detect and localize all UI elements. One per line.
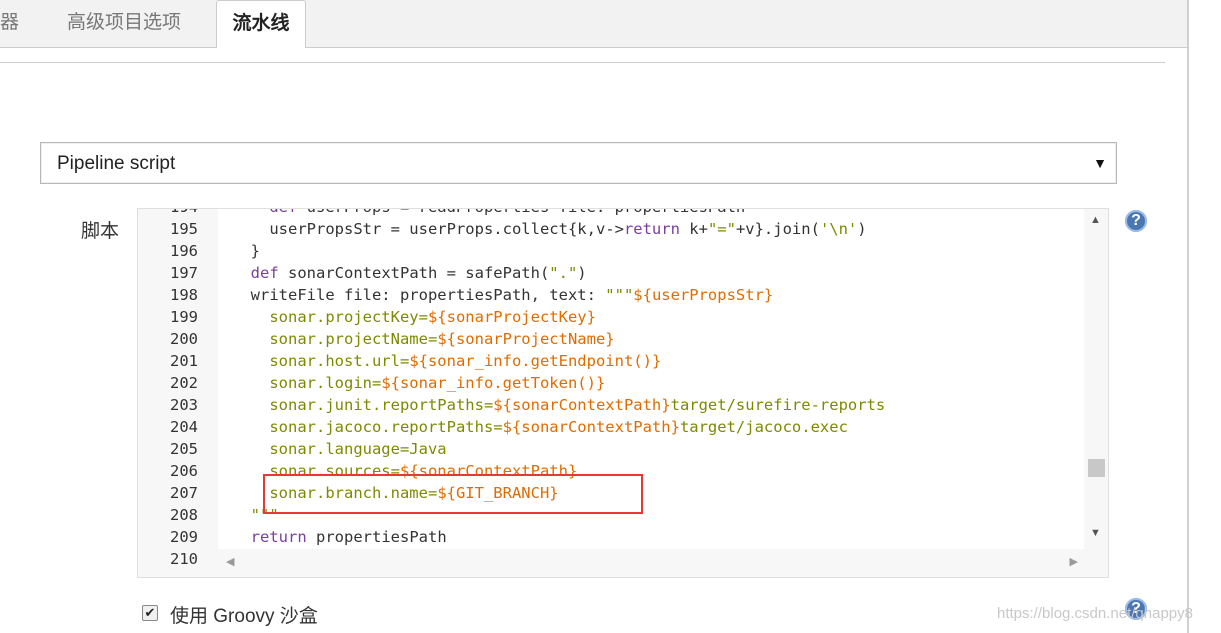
scroll-down-icon[interactable]: ▼ <box>1090 527 1101 539</box>
definition-select-value: Pipeline script <box>57 153 176 174</box>
script-editor[interactable]: 194 195 196 197 198 199 200 201 202 203 204 205 206 2… <box>137 208 1109 578</box>
scrollbar-thumb[interactable] <box>1088 459 1105 477</box>
sandbox-label: 使用 Groovy 沙盒 <box>170 606 318 627</box>
script-label: 脚本 <box>81 221 120 242</box>
line-number: 200 <box>170 330 198 348</box>
sandbox-checkbox[interactable]: ✔ <box>142 605 158 621</box>
vertical-scrollbar[interactable]: ▲ ▼ <box>1084 209 1108 549</box>
scroll-right-icon[interactable]: ▶ <box>1070 555 1078 568</box>
code-line: sonar.junit.reportPaths=${sonarContextPa… <box>232 396 886 414</box>
code-line: sonar.host.url=${sonar_info.getEndpoint(… <box>232 352 662 370</box>
line-number: 203 <box>170 396 198 414</box>
code-line: return propertiesPath <box>250 528 447 546</box>
definition-select[interactable]: Pipeline script ▼ <box>40 142 1117 184</box>
horizontal-scrollbar[interactable]: ◀ ▶ <box>218 549 1084 577</box>
code-line: sonar.projectName=${sonarProjectName} <box>232 330 615 348</box>
code-line: def sonarContextPath = safePath(".") <box>250 264 587 282</box>
code-line: } <box>232 242 260 260</box>
scroll-up-icon[interactable]: ▲ <box>1090 214 1101 226</box>
line-number: 206 <box>170 462 198 480</box>
line-number: 204 <box>170 418 198 436</box>
watermark: https://blog.csdn.net/qhappy8 <box>997 605 1193 622</box>
section-divider <box>0 62 1165 63</box>
line-number-gutter: 194 195 196 197 198 199 200 201 202 203 204 205 206 2… <box>138 209 218 568</box>
tab-bar: 器 高级项目选项 流水线 <box>0 0 1187 48</box>
line-number: 196 <box>170 242 198 260</box>
line-number: 195 <box>170 220 198 238</box>
line-number: 201 <box>170 352 198 370</box>
tab-advanced-project-options[interactable]: 高级项目选项 <box>67 0 181 48</box>
line-number: 198 <box>170 286 198 304</box>
code-line: writeFile file: propertiesPath, text: ""… <box>232 286 774 304</box>
code-line: sonar.language=Java <box>232 440 447 458</box>
line-number: 210 <box>170 550 198 568</box>
highlight-box <box>263 474 643 514</box>
line-number: 194 <box>138 209 198 216</box>
code-line: sonar.jacoco.reportPaths=${sonarContextP… <box>232 418 848 436</box>
panel-border <box>1187 0 1189 633</box>
question-mark-icon[interactable]: ? <box>1125 210 1147 232</box>
code-line: sonar.projectKey=${sonarProjectKey} <box>232 308 596 326</box>
line-number: 207 <box>170 484 198 502</box>
tab-divider <box>306 47 1187 48</box>
tab-divider <box>0 47 216 48</box>
code-line: def userProps = readProperties file: pro… <box>232 209 745 216</box>
tab-previous[interactable]: 器 <box>0 0 19 48</box>
line-number: 209 <box>170 528 198 546</box>
line-number: 208 <box>170 506 198 524</box>
code-line: userPropsStr = userProps.collect{k,v->re… <box>232 220 867 238</box>
tab-pipeline[interactable]: 流水线 <box>216 0 306 48</box>
line-number: 205 <box>170 440 198 458</box>
code-line: sonar.login=${sonar_info.getToken()} <box>232 374 606 392</box>
dropdown-arrow-icon: ▼ <box>1093 155 1107 171</box>
line-number: 197 <box>170 264 198 282</box>
line-number: 199 <box>170 308 198 326</box>
line-number: 202 <box>170 374 198 392</box>
scroll-left-icon[interactable]: ◀ <box>226 555 234 568</box>
check-icon: ✔ <box>144 605 156 620</box>
